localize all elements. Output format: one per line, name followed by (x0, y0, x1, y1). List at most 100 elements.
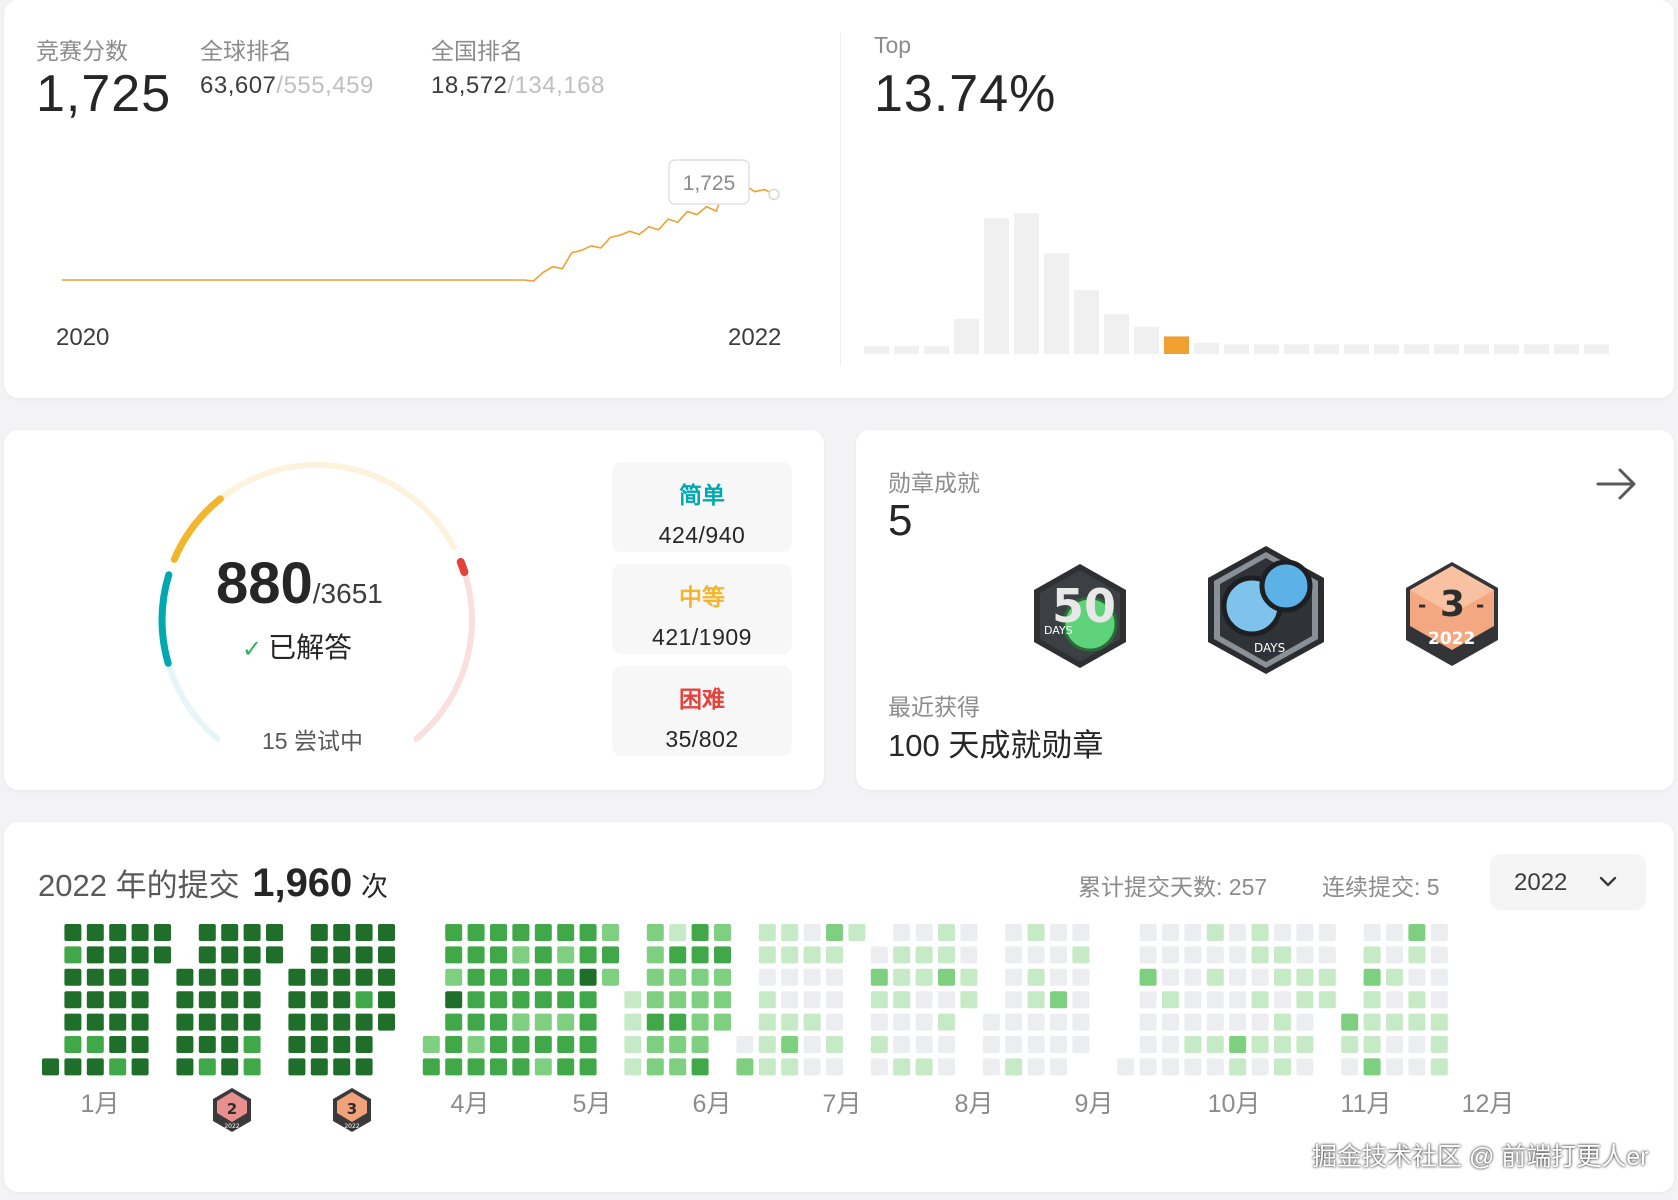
heat-cell (938, 946, 955, 964)
heat-cell (557, 991, 575, 1009)
heat-cell (198, 1013, 216, 1031)
heat-cell (602, 968, 619, 986)
distribution-bar (1434, 344, 1459, 354)
heat-cell (333, 1036, 351, 1053)
heat-cell (86, 1058, 104, 1076)
heat-cell (1050, 1036, 1067, 1053)
heat-cell (176, 1058, 194, 1076)
heat-cell (1296, 1058, 1314, 1076)
heat-cell (1162, 946, 1179, 964)
medium-box[interactable]: 中等 421/1909 (612, 564, 792, 654)
problems-card: 880/3651 ✓ 已解答 15 尝试中 简单 424/940 中等 421/1… (4, 430, 824, 790)
heat-cell (1430, 1013, 1448, 1031)
heat-cell (938, 968, 955, 986)
heat-cell (221, 991, 239, 1009)
heat-cell (714, 946, 731, 964)
check-icon: ✓ (242, 636, 263, 663)
hard-box[interactable]: 困难 35/802 (612, 666, 792, 756)
heat-cell (1363, 924, 1381, 941)
heat-cell (1430, 946, 1448, 964)
heat-cell (938, 924, 955, 941)
year-select[interactable]: 2022 (1490, 854, 1646, 910)
heat-cell (422, 1058, 440, 1076)
submissions-count: 1,960 (252, 861, 353, 905)
heat-cell (1386, 968, 1403, 986)
heat-cell (131, 924, 149, 941)
heat-cell (467, 1036, 485, 1053)
easy-box[interactable]: 简单 424/940 (612, 462, 792, 552)
heat-cell (915, 968, 933, 986)
heat-cell (915, 946, 933, 964)
heat-cell (826, 1036, 843, 1053)
heat-cell (1251, 1036, 1269, 1053)
heat-cell (781, 946, 799, 964)
heat-cell (1229, 968, 1247, 986)
medium-progress-arc (170, 495, 224, 563)
heat-cell (445, 946, 463, 964)
solved-status: ✓ 已解答 (242, 626, 352, 666)
heat-cell (1072, 924, 1090, 941)
heat-cell (221, 968, 239, 986)
heat-cell (1206, 924, 1224, 941)
month-label: 12月 (1462, 1090, 1515, 1118)
heat-cell (826, 1058, 843, 1076)
distribution-bar (1524, 344, 1549, 354)
heat-cell (288, 968, 306, 986)
badge-50-days-icon[interactable]: 50 DAYS (1028, 560, 1132, 672)
heat-cell (64, 991, 82, 1009)
heat-cell (310, 991, 328, 1009)
heat-cell (1408, 924, 1426, 941)
distribution-bar (1134, 326, 1159, 354)
heat-cell (333, 924, 351, 941)
heat-cell (1251, 991, 1269, 1009)
heat-cell (714, 924, 731, 941)
heat-cell (1206, 1058, 1224, 1076)
heat-cell (310, 1036, 328, 1053)
heat-cell (893, 1058, 911, 1076)
contest-card: 竞赛分数 1,725 全球排名 63,607/555,459 全国排名 18,5… (4, 0, 1674, 398)
heat-cell (198, 1058, 216, 1076)
heat-cell (1341, 1036, 1359, 1053)
heat-cell (1229, 991, 1247, 1009)
distribution-bar (1224, 344, 1249, 354)
heat-cell (1386, 1036, 1403, 1053)
easy-track (159, 571, 221, 742)
heat-cell (758, 1058, 776, 1076)
heat-cell (1363, 991, 1381, 1009)
heat-cell (198, 991, 216, 1009)
heat-cell (378, 1013, 395, 1031)
heat-cell (1386, 924, 1403, 941)
heat-cell (467, 1058, 485, 1076)
arrow-right-icon[interactable] (1594, 464, 1640, 504)
badge-year: 2022 (344, 1123, 359, 1130)
heat-cell (1430, 924, 1448, 941)
heat-cell (176, 1013, 194, 1031)
svg-text:-: - (1476, 593, 1484, 617)
heat-cell (221, 1013, 239, 1031)
heat-cell (445, 1036, 463, 1053)
badge3-year: 2022 (1428, 629, 1475, 649)
heat-cell (131, 991, 149, 1009)
heat-cell (1162, 1036, 1179, 1053)
heat-cell (534, 1058, 552, 1076)
badge-2022-icon[interactable]: 3 - - 2022 (1400, 558, 1504, 670)
heat-cell (378, 968, 395, 986)
heat-cell (646, 946, 664, 964)
heat-cell (1274, 946, 1291, 964)
heat-cell (624, 1058, 642, 1076)
heat-cell (893, 1036, 911, 1053)
heat-cell (557, 946, 575, 964)
month-label: 7月 (823, 1090, 862, 1118)
heat-cell (736, 1058, 754, 1076)
heat-cell (490, 946, 507, 964)
heat-cell (176, 1036, 194, 1053)
badge-100-days-icon[interactable]: DAYS (1202, 542, 1330, 678)
solved-summary: 880/3651 (216, 550, 383, 617)
distribution-bar (1374, 344, 1399, 354)
heat-cell (288, 1058, 306, 1076)
rating-chart[interactable]: 1,725 (4, 0, 824, 398)
heat-cell (848, 924, 866, 941)
heat-cell (310, 1058, 328, 1076)
heat-cell (579, 1036, 597, 1053)
tooltip-value: 1,725 (683, 172, 736, 195)
